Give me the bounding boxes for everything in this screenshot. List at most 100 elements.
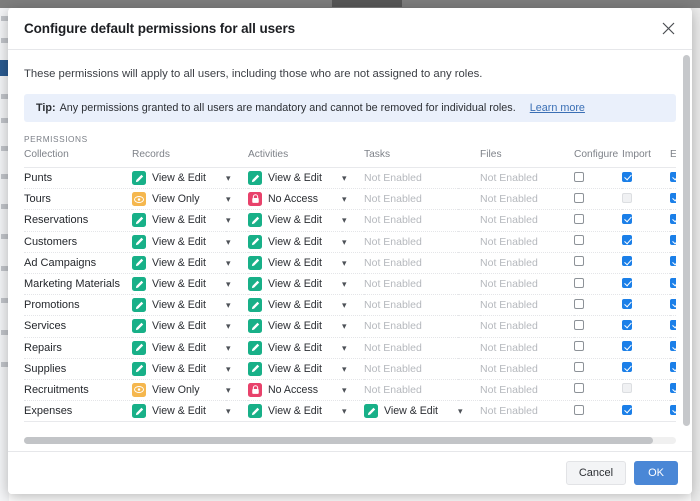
cell-activities[interactable]: View & Edit	[248, 358, 342, 380]
cell-export[interactable]	[670, 400, 676, 423]
learn-more-link[interactable]: Learn more	[530, 102, 585, 114]
cell-records[interactable]: View & Edit	[132, 167, 226, 190]
cell-records[interactable]: View & Edit	[132, 337, 226, 359]
cell-activities-chevron[interactable]: ▾	[342, 315, 365, 338]
chevron-down-icon[interactable]: ▾	[342, 385, 351, 396]
cell-export[interactable]	[670, 379, 676, 402]
configure-checkbox[interactable]	[574, 383, 585, 394]
cell-records[interactable]: View & Edit	[132, 294, 226, 317]
cell-activities-chevron[interactable]: ▾	[342, 294, 365, 317]
cell-import[interactable]	[622, 400, 671, 423]
ok-button[interactable]: OK	[634, 461, 678, 485]
import-checkbox[interactable]	[622, 298, 633, 309]
chevron-down-icon[interactable]: ▾	[342, 173, 351, 184]
cell-configure[interactable]	[574, 400, 623, 423]
configure-checkbox[interactable]	[574, 213, 585, 224]
cell-records-chevron[interactable]: ▾	[226, 188, 248, 211]
cell-activities[interactable]: View & Edit	[248, 400, 342, 423]
configure-checkbox[interactable]	[574, 235, 585, 246]
cell-activities[interactable]: No Access	[248, 379, 342, 402]
configure-checkbox[interactable]	[574, 171, 585, 182]
import-checkbox[interactable]	[622, 235, 633, 246]
configure-checkbox[interactable]	[574, 192, 585, 203]
export-checkbox[interactable]	[670, 192, 676, 203]
chevron-down-icon[interactable]: ▾	[342, 279, 351, 290]
cell-records[interactable]: View Only	[132, 188, 226, 211]
cancel-button[interactable]: Cancel	[565, 461, 627, 485]
cell-import[interactable]	[622, 167, 671, 190]
cell-export[interactable]	[670, 273, 676, 296]
import-checkbox[interactable]	[622, 213, 633, 224]
cell-configure[interactable]	[574, 337, 623, 359]
cell-export[interactable]	[670, 252, 676, 274]
chevron-down-icon[interactable]: ▾	[226, 364, 235, 375]
cell-activities-chevron[interactable]: ▾	[342, 379, 365, 402]
export-checkbox[interactable]	[670, 404, 676, 415]
cell-configure[interactable]	[574, 379, 623, 402]
cell-records[interactable]: View & Edit	[132, 231, 226, 253]
chevron-down-icon[interactable]: ▾	[342, 406, 351, 417]
cell-records-chevron[interactable]: ▾	[226, 209, 248, 232]
cell-records-chevron[interactable]: ▾	[226, 294, 248, 317]
cell-records[interactable]: View & Edit	[132, 273, 226, 296]
chevron-down-icon[interactable]: ▾	[342, 364, 351, 375]
cell-activities[interactable]: View & Edit	[248, 273, 342, 296]
configure-checkbox[interactable]	[574, 341, 585, 352]
configure-checkbox[interactable]	[574, 404, 585, 415]
import-checkbox[interactable]	[622, 341, 633, 352]
export-checkbox[interactable]	[670, 213, 676, 224]
cell-configure[interactable]	[574, 209, 623, 232]
chevron-down-icon[interactable]: ▾	[458, 406, 467, 417]
chevron-down-icon[interactable]: ▾	[342, 194, 351, 205]
vertical-scrollbar-thumb[interactable]	[683, 55, 690, 427]
close-icon[interactable]	[656, 17, 680, 41]
cell-activities-chevron[interactable]: ▾	[342, 273, 365, 296]
cell-configure[interactable]	[574, 315, 623, 338]
chevron-down-icon[interactable]: ▾	[226, 385, 235, 396]
import-checkbox[interactable]	[622, 256, 633, 267]
export-checkbox[interactable]	[670, 383, 676, 394]
chevron-down-icon[interactable]: ▾	[226, 343, 235, 354]
cell-activities[interactable]: View & Edit	[248, 231, 342, 253]
cell-tasks-chevron[interactable]: ▾	[458, 400, 481, 423]
import-checkbox[interactable]	[622, 362, 633, 373]
cell-records[interactable]: View & Edit	[132, 315, 226, 338]
cell-configure[interactable]	[574, 167, 623, 190]
configure-checkbox[interactable]	[574, 319, 585, 330]
cell-records[interactable]: View Only	[132, 379, 226, 402]
configure-checkbox[interactable]	[574, 277, 585, 288]
cell-configure[interactable]	[574, 273, 623, 296]
chevron-down-icon[interactable]: ▾	[226, 215, 235, 226]
cell-configure[interactable]	[574, 188, 623, 211]
cell-configure[interactable]	[574, 294, 623, 317]
configure-checkbox[interactable]	[574, 362, 585, 373]
cell-records[interactable]: View & Edit	[132, 400, 226, 423]
cell-export[interactable]	[670, 188, 676, 211]
cell-import[interactable]	[622, 294, 671, 317]
cell-records-chevron[interactable]: ▾	[226, 315, 248, 338]
cell-configure[interactable]	[574, 231, 623, 253]
configure-checkbox[interactable]	[574, 256, 585, 267]
cell-activities[interactable]: View & Edit	[248, 315, 342, 338]
cell-activities-chevron[interactable]: ▾	[342, 400, 365, 423]
cell-activities-chevron[interactable]: ▾	[342, 167, 365, 190]
cell-activities-chevron[interactable]: ▾	[342, 252, 365, 274]
cell-import[interactable]	[622, 273, 671, 296]
cell-records-chevron[interactable]: ▾	[226, 273, 248, 296]
export-checkbox[interactable]	[670, 256, 676, 267]
cell-activities-chevron[interactable]: ▾	[342, 188, 365, 211]
cell-export[interactable]	[670, 358, 676, 380]
import-checkbox[interactable]	[622, 404, 633, 415]
export-checkbox[interactable]	[670, 171, 676, 182]
export-checkbox[interactable]	[670, 277, 676, 288]
cell-records[interactable]: View & Edit	[132, 252, 226, 274]
cell-import[interactable]	[622, 231, 671, 253]
cell-export[interactable]	[670, 231, 676, 253]
import-checkbox[interactable]	[622, 319, 633, 330]
cell-records-chevron[interactable]: ▾	[226, 252, 248, 274]
cell-import[interactable]	[622, 358, 671, 380]
cell-records-chevron[interactable]: ▾	[226, 379, 248, 402]
cell-activities[interactable]: View & Edit	[248, 294, 342, 317]
chevron-down-icon[interactable]: ▾	[226, 406, 235, 417]
cell-activities[interactable]: View & Edit	[248, 167, 342, 190]
